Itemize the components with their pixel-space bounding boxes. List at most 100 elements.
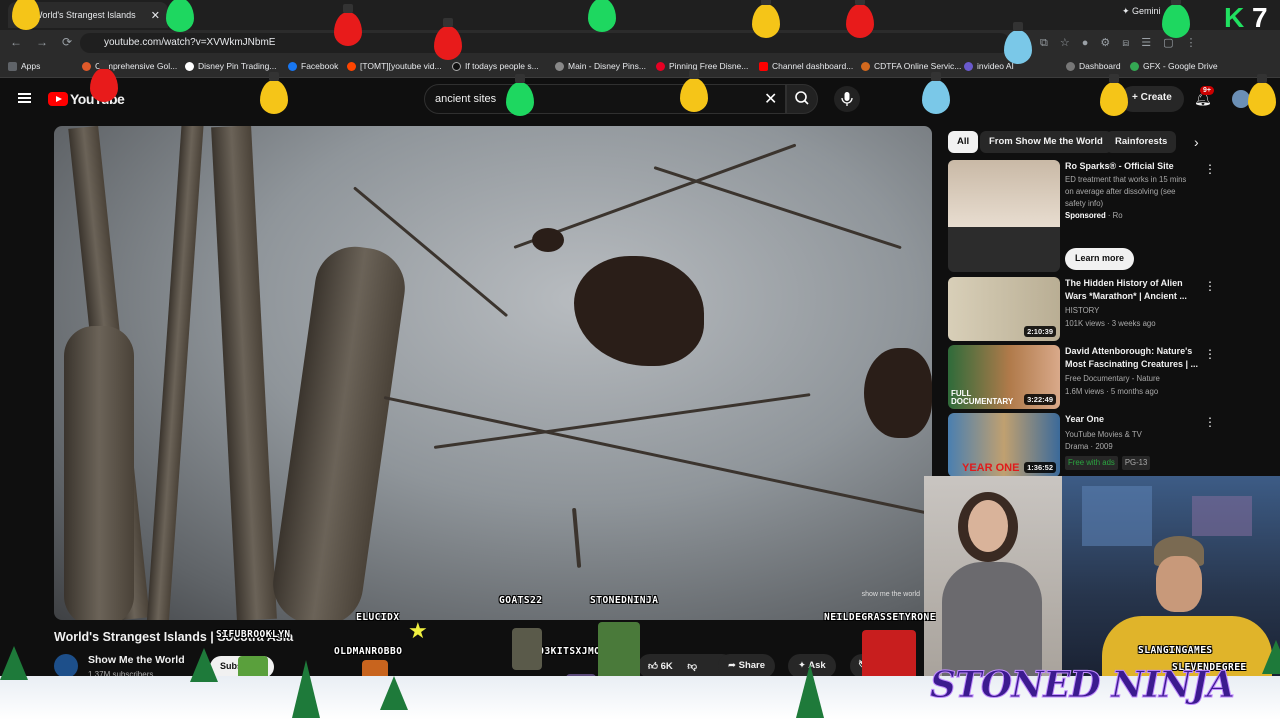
light-bulb-icon <box>680 70 708 112</box>
bookmark-icon <box>82 61 91 71</box>
bookmark-item[interactable]: Disney Pin Trading... <box>185 61 276 71</box>
invideo-icon <box>964 61 973 71</box>
clear-search-icon[interactable]: ✕ <box>764 89 777 109</box>
tiktok-icon <box>452 61 461 71</box>
light-bulb-icon <box>922 72 950 114</box>
chip-rainforests[interactable]: Rainforests <box>1106 131 1177 153</box>
christmas-tree-icon <box>796 664 824 718</box>
youtube-header: YouTube ancient sites ✕ + Create 🔔︎ 9+ <box>0 78 1280 122</box>
search-input[interactable]: ancient sites <box>424 84 786 114</box>
light-bulb-icon <box>260 72 288 114</box>
recommended-video[interactable]: FULL DOCUMENTARY 3:22:49 David Attenboro… <box>948 345 1218 409</box>
channel-avatar[interactable] <box>54 654 78 678</box>
more-vert-icon[interactable]: ⋮ <box>1204 279 1216 293</box>
bookmark-item[interactable]: invideo AI <box>964 61 1014 71</box>
bird-silhouette <box>574 256 704 366</box>
bookmark-label: CDTFA Online Servic... <box>874 61 962 71</box>
bookmark-item[interactable]: Apps <box>8 61 40 71</box>
bookmark-item[interactable]: GFX - Google Drive <box>1130 61 1218 71</box>
nav-buttons[interactable]: ←→⟳ <box>10 35 86 49</box>
bookmarks-bar: Apps Comprehensive Gol... Disney Pin Tra… <box>0 56 1280 78</box>
notification-badge: 9+ <box>1200 86 1214 95</box>
gemini-button[interactable]: ✦ Gemini <box>1122 6 1161 17</box>
channel-row: Show Me the World 1.37M subscribers Subs… <box>54 650 924 679</box>
recommended-video[interactable]: 2:10:39 The Hidden History of Alien Wars… <box>948 277 1218 341</box>
search-button[interactable] <box>786 84 818 114</box>
create-button[interactable]: + Create <box>1120 86 1184 112</box>
bookmark-item[interactable]: Facebook <box>288 61 338 71</box>
video-player[interactable]: show me the world <box>54 126 932 620</box>
bookmark-item[interactable]: If todays people s... <box>452 61 539 71</box>
chat-username: NEILDEGRASSETYRONE <box>824 612 936 623</box>
christmas-tree-icon <box>292 660 320 718</box>
light-bulb-icon <box>1248 74 1276 116</box>
url-field[interactable]: youtube.com/watch?v=XVWkmJNbmE <box>80 33 1010 53</box>
youtube-icon <box>759 61 768 71</box>
microphone-icon <box>841 92 853 106</box>
chip-from-show-me-the-world[interactable]: From Show Me the World <box>980 131 1112 153</box>
light-bulb-icon <box>506 74 534 116</box>
ad-thumbnail[interactable] <box>948 160 1060 272</box>
bookmark-icon <box>555 61 564 71</box>
chat-username: STONEDNINJA <box>590 595 659 606</box>
light-bulb-icon <box>12 0 40 30</box>
video-badges: Free with ads PG-13 <box>1065 456 1154 470</box>
like-count: 6K <box>660 661 673 672</box>
light-bulb-icon <box>1162 0 1190 38</box>
tree-trunk <box>64 326 134 620</box>
thumbnail-text: FULL DOCUMENTARY <box>951 389 1014 406</box>
bookmark-item[interactable]: Channel dashboard... <box>759 61 853 71</box>
chevron-right-icon[interactable]: › <box>1194 134 1199 150</box>
video-duration: 3:22:49 <box>1024 394 1056 405</box>
overlay-counter-value: 7 <box>1252 2 1268 33</box>
extension-icons[interactable]: ⧉☆●⚙⧈☰▢⋮ <box>1040 36 1208 50</box>
share-button[interactable]: ➦ Share <box>718 654 776 678</box>
stream-brand-text: STONED NINJA <box>930 664 1236 707</box>
voice-search-button[interactable] <box>834 86 860 112</box>
tree-trunk <box>211 126 277 620</box>
webcam-overlay <box>924 476 1280 676</box>
video-thumbnail[interactable]: FULL DOCUMENTARY 3:22:49 <box>948 345 1060 409</box>
bookmark-item[interactable]: Comprehensive Gol... <box>82 61 177 71</box>
more-vert-icon[interactable]: ⋮ <box>1204 347 1216 361</box>
menu-icon[interactable] <box>18 93 31 103</box>
recommended-video[interactable]: YEAR ONE 1:36:52 Year One YouTube Movies… <box>948 413 1218 477</box>
tab-close-icon[interactable]: ✕ <box>151 9 160 22</box>
video-duration: 2:10:39 <box>1024 326 1056 337</box>
sponsored-ad[interactable]: Ro Sparks® - Official Site ED treatment … <box>948 160 1218 272</box>
video-meta: 1.6M views · 5 months ago <box>1065 387 1159 396</box>
guest-face <box>968 500 1008 552</box>
more-vert-icon[interactable]: ⋮ <box>1204 162 1216 176</box>
bookmark-item[interactable]: [TOMT][youtube vid... <box>347 61 442 71</box>
wall-poster <box>1082 486 1152 546</box>
more-vert-icon[interactable]: ⋮ <box>1204 415 1216 429</box>
bookmark-item[interactable]: CDTFA Online Servic... <box>861 61 961 71</box>
channel-name: YouTube Movies & TV <box>1065 430 1142 439</box>
light-bulb-icon <box>434 18 462 60</box>
kick-logo-icon: K <box>1224 2 1245 33</box>
reddit-icon <box>347 61 356 71</box>
learn-more-button[interactable]: Learn more <box>1065 248 1135 270</box>
ad-description: ED treatment that works in 15 mins on av… <box>1065 175 1187 208</box>
light-bulb-icon <box>90 60 118 102</box>
bookmark-label: Pinning Free Disne... <box>669 61 749 71</box>
chat-username: GOATS22 <box>499 595 543 606</box>
video-thumbnail[interactable]: YEAR ONE 1:36:52 <box>948 413 1060 477</box>
chip-all[interactable]: All <box>948 131 979 153</box>
bookmark-item[interactable]: Pinning Free Disne... <box>656 61 748 71</box>
chat-username: OLDMANROBBO <box>334 646 403 657</box>
channel-name[interactable]: Show Me the World <box>88 654 185 666</box>
video-title: David Attenborough: Nature's Most Fascin… <box>1065 346 1199 369</box>
ad-title: Ro Sparks® - Official Site <box>1065 161 1174 171</box>
video-duration: 1:36:52 <box>1024 462 1056 473</box>
bird-silhouette <box>864 348 932 438</box>
bookmark-item[interactable]: Dashboard <box>1066 61 1121 71</box>
bookmark-item[interactable]: Main - Disney Pins... <box>555 61 646 71</box>
video-thumbnail[interactable]: 2:10:39 <box>948 277 1060 341</box>
robot-sprite <box>512 628 542 670</box>
tree-trunk <box>267 241 411 620</box>
advertiser-name: Ro <box>1112 211 1123 220</box>
tree-trunk <box>145 126 205 620</box>
bookmark-label: Dashboard <box>1079 61 1121 71</box>
star-icon: ★ <box>408 618 428 643</box>
